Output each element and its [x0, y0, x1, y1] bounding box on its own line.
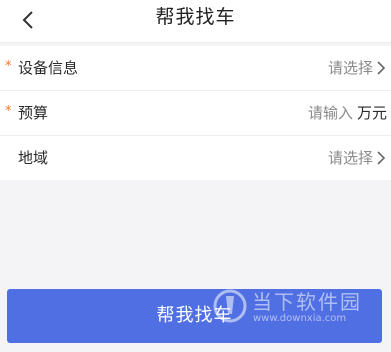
budget-input[interactable]: [233, 102, 353, 124]
equipment-info-value: 请选择: [327, 59, 373, 77]
equipment-info-row[interactable]: * 设备信息 请选择: [0, 46, 391, 91]
region-value: 请选择: [327, 149, 373, 167]
find-car-page: 帮我找车 * 设备信息 请选择 * 预算 万元 地域 请选择 帮我找车: [0, 0, 391, 352]
equipment-info-label: 设备信息: [18, 59, 79, 77]
top-nav-bar: 帮我找车: [0, 0, 391, 43]
find-car-form: * 设备信息 请选择 * 预算 万元 地域 请选择: [0, 46, 391, 180]
find-car-submit-button[interactable]: 帮我找车: [7, 289, 382, 343]
budget-row: * 预算 万元: [0, 91, 391, 136]
budget-unit: 万元: [356, 104, 387, 122]
region-row[interactable]: 地域 请选择: [0, 136, 391, 180]
required-mark: *: [5, 104, 12, 119]
page-title: 帮我找车: [155, 6, 236, 28]
required-mark: *: [5, 59, 12, 74]
region-label: 地域: [18, 149, 49, 167]
budget-label: 预算: [18, 104, 49, 122]
chevron-right-icon: [377, 61, 386, 75]
chevron-right-icon: [377, 151, 386, 165]
